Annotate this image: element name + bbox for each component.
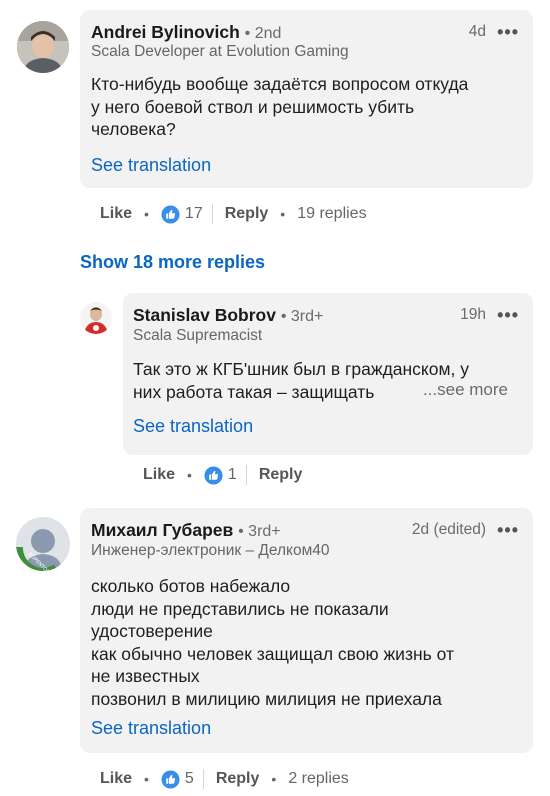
replies-count-link[interactable]: 2 replies xyxy=(288,770,348,788)
like-count[interactable]: 5 xyxy=(185,770,194,788)
author-line: Михаил Губарев • 3rd+ xyxy=(91,520,281,541)
author-line: Stanislav Bobrov • 3rd+ xyxy=(133,305,323,326)
timestamp: 19h xyxy=(460,306,486,323)
like-count[interactable]: 1 xyxy=(228,466,237,484)
author-name[interactable]: Andrei Bylinovich xyxy=(91,22,240,42)
separator-dot: • xyxy=(271,771,277,787)
comment-text: Кто-нибудь вообще задаётся вопросом отку… xyxy=(91,73,468,141)
author-name[interactable]: Михаил Губарев xyxy=(91,520,233,540)
comment-text-line: удостоверение xyxy=(91,621,213,641)
reply-text: Так это ж КГБ'шник был в гражданском, у … xyxy=(133,358,469,403)
comment-actions: Like • 5 Reply • 2 replies xyxy=(100,767,349,791)
connection-degree: • 3rd+ xyxy=(280,308,324,325)
divider xyxy=(202,769,204,789)
separator-dot: • xyxy=(144,771,149,787)
separator-dot: • xyxy=(187,467,192,483)
connection-degree: • 2nd xyxy=(244,25,282,42)
timestamp: 2d (edited) xyxy=(411,521,486,538)
more-horizontal-icon[interactable]: ••• xyxy=(497,23,519,41)
comment-text-line: Так это ж КГБ'шник был в гражданском, у xyxy=(133,359,470,379)
author-headline: Инженер-электроник – Делком40 xyxy=(91,542,330,559)
timestamp: 4d xyxy=(468,23,486,40)
replies-count-link[interactable]: 19 replies xyxy=(297,205,366,223)
comment-text-line: человека? xyxy=(91,119,176,139)
reply-button[interactable]: Reply xyxy=(259,466,303,484)
like-button[interactable]: Like xyxy=(143,466,175,484)
see-translation-link[interactable]: See translation xyxy=(91,155,211,176)
comment-text-line: у него боевой ствол и решимость убить xyxy=(91,96,415,117)
comment-text-line: них работа такая – защищать xyxy=(133,381,375,402)
comment-andrei: Andrei Bylinovich • 2nd 4d ••• Scala Dev… xyxy=(0,0,550,230)
reply-actions: Like • 1 Reply xyxy=(143,463,302,487)
opentowork-avatar: #OPENTOWORK xyxy=(16,517,70,571)
comment-actions: Like • 17 Reply • 19 replies xyxy=(100,202,367,226)
like-count[interactable]: 17 xyxy=(185,205,203,223)
comment-text-line: люди не представились не показали xyxy=(91,598,389,619)
comment-text-line: как обычно человек защищал свою жизнь от xyxy=(91,643,454,664)
comment-text-line: не известных xyxy=(91,666,200,686)
separator-dot: • xyxy=(280,206,286,222)
comment-text-line: Кто-нибудь вообще задаётся вопросом отку… xyxy=(91,74,469,94)
comment-bubble: Михаил Губарев • 3rd+ 2d (edited) ••• Ин… xyxy=(80,508,533,753)
divider xyxy=(245,465,247,485)
see-translation-link[interactable]: See translation xyxy=(91,718,211,739)
author-headline: Scala Developer at Evolution Gaming xyxy=(91,43,349,60)
avatar[interactable]: #OPENTOWORK xyxy=(16,517,70,571)
like-button[interactable]: Like xyxy=(100,205,132,223)
divider xyxy=(211,204,213,224)
like-reaction-icon[interactable] xyxy=(204,465,223,485)
comment-text-line: позвонил в милицию милиция не приехала xyxy=(91,688,442,709)
comment-bubble: Andrei Bylinovich • 2nd 4d ••• Scala Dev… xyxy=(80,10,533,188)
reply-button[interactable]: Reply xyxy=(225,205,269,223)
like-button[interactable]: Like xyxy=(100,770,132,788)
reply-bubble: Stanislav Bobrov • 3rd+ 19h ••• Scala Su… xyxy=(123,293,533,455)
comment-mikhail: #OPENTOWORK Михаил Губарев • 3rd+ 2d (ed… xyxy=(0,505,550,796)
show-more-replies-button[interactable]: Show 18 more replies xyxy=(80,252,265,273)
reply-stanislav: Stanislav Bobrov • 3rd+ 19h ••• Scala Su… xyxy=(0,285,550,495)
see-more-link[interactable]: ...see more xyxy=(423,380,508,400)
more-horizontal-icon[interactable]: ••• xyxy=(497,306,519,324)
separator-dot: • xyxy=(144,206,149,222)
more-horizontal-icon[interactable]: ••• xyxy=(497,521,519,539)
avatar[interactable] xyxy=(17,21,69,73)
author-name[interactable]: Stanislav Bobrov xyxy=(133,305,276,325)
see-translation-link[interactable]: See translation xyxy=(133,416,253,437)
connection-degree: • 3rd+ xyxy=(238,523,281,540)
comment-text-line: сколько ботов набежало xyxy=(91,576,291,596)
person-photo xyxy=(80,302,112,334)
comment-text: сколько ботов набежало люди не представи… xyxy=(91,575,454,710)
author-headline: Scala Supremacist xyxy=(133,327,263,344)
like-reaction-icon[interactable] xyxy=(161,769,180,789)
reply-button[interactable]: Reply xyxy=(216,770,260,788)
person-photo xyxy=(17,21,69,73)
author-line: Andrei Bylinovich • 2nd xyxy=(91,22,281,43)
like-reaction-icon[interactable] xyxy=(161,204,180,224)
avatar[interactable] xyxy=(80,302,112,334)
